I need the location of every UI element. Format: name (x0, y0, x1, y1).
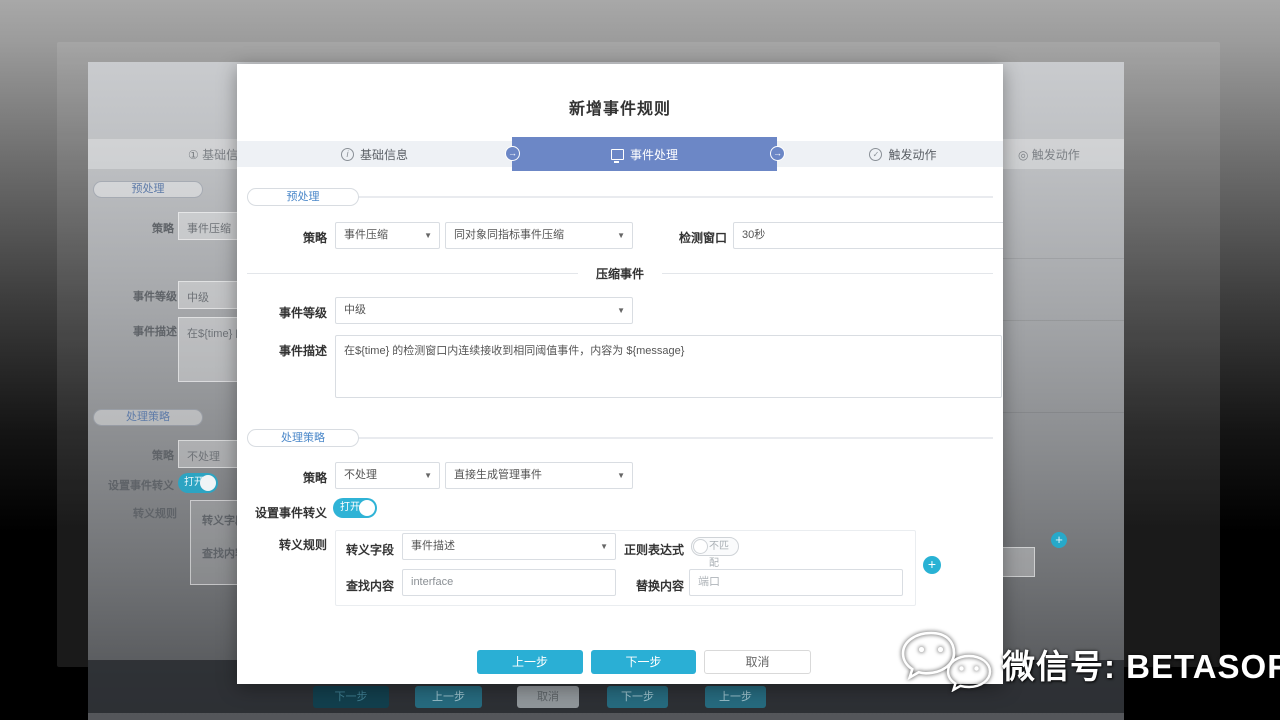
ghost-button: 下一步 (607, 686, 668, 708)
find-content-input[interactable]: interface (402, 569, 616, 596)
info-icon: i (341, 148, 354, 161)
ghost-level-label: 事件等级 (133, 288, 177, 304)
ghost-strategy-label: 策略 (152, 220, 174, 236)
ghost-button: 上一步 (705, 686, 766, 708)
regex-label: 正则表达式 (624, 541, 684, 558)
watermark: 微信号: BETASOFT (898, 630, 1280, 697)
step-basic-info[interactable]: i 基础信息 (237, 141, 512, 167)
step-label: 事件处理 (630, 146, 678, 163)
regex-toggle[interactable]: 不匹配 (691, 537, 739, 556)
strategy2-select[interactable]: 不处理 ▼ (335, 462, 440, 489)
ghost-desc-label: 事件描述 (133, 323, 177, 339)
dropdown-caret-icon: ▼ (617, 298, 625, 323)
selected-value: 事件压缩 (344, 229, 388, 241)
step-trigger-action[interactable]: ✓ 触发动作 (777, 141, 1003, 167)
dropdown-caret-icon: ▼ (424, 463, 432, 488)
step-label: 基础信息 (360, 146, 408, 163)
ghost-section-preprocess: 预处理 (93, 181, 203, 198)
monitor-icon (611, 149, 624, 160)
event-level-select[interactable]: 中级 ▼ (335, 297, 633, 324)
divider-line (662, 273, 993, 274)
set-escape-label: 设置事件转义 (255, 504, 327, 521)
toggle-knob (359, 500, 375, 516)
ghost-escape-toggle: 打开 (178, 473, 218, 493)
ghost-step-trigger-action: ◎ 触发动作 (1018, 146, 1080, 163)
strategy-select[interactable]: 事件压缩 ▼ (335, 222, 440, 249)
watermark-text: 微信号: BETASOFT (1002, 640, 1280, 688)
selected-value: 事件描述 (411, 540, 455, 552)
ghost-divider-line (988, 258, 1124, 259)
ghost-section-process: 处理策略 (93, 409, 203, 426)
strategy-sub-select[interactable]: 同对象同指标事件压缩 ▼ (445, 222, 633, 249)
escape-field-label: 转义字段 (346, 541, 394, 558)
replace-content-input[interactable]: 端口 (689, 569, 903, 596)
ghost-button: 下一步 (313, 686, 389, 708)
strategy-label: 策略 (267, 229, 327, 246)
escape-toggle[interactable]: 打开 (333, 498, 377, 518)
dropdown-caret-icon: ▼ (617, 223, 625, 248)
dropdown-caret-icon: ▼ (600, 534, 608, 559)
replace-content-label: 替换内容 (624, 577, 684, 594)
prev-step-button[interactable]: 上一步 (477, 650, 583, 674)
add-rule-button[interactable]: + (923, 556, 941, 574)
ghost-escape-label: 设置事件转义 (108, 477, 174, 493)
step-label: 触发动作 (888, 146, 936, 163)
add-event-rule-dialog: 新增事件规则 i 基础信息 事件处理 ✓ 触发动作 → → 预处理 策略 事件压… (237, 64, 1003, 684)
toggle-knob (693, 539, 708, 554)
ghost-desc-value: 在${time} 的检 (178, 317, 238, 382)
dropdown-caret-icon: ▼ (617, 463, 625, 488)
ghost-strategy-value: 事件压缩 (178, 212, 238, 240)
ghost-toggle-knob (200, 475, 216, 491)
next-step-button[interactable]: 下一步 (591, 650, 696, 674)
step-event-processing[interactable]: 事件处理 (512, 137, 777, 171)
check-circle-icon: ✓ (869, 148, 882, 161)
compress-event-divider: 压缩事件 (247, 265, 993, 282)
event-level-label: 事件等级 (267, 304, 327, 321)
escape-field-select[interactable]: 事件描述 ▼ (402, 533, 616, 560)
section-process-tab: 处理策略 (247, 429, 359, 447)
section-preprocess-tab: 预处理 (247, 188, 359, 206)
dialog-title: 新增事件规则 (237, 95, 1003, 119)
divider-line (247, 273, 578, 274)
dropdown-caret-icon: ▼ (424, 223, 432, 248)
ghost-divider-line (988, 412, 1124, 413)
selected-value: 直接生成管理事件 (454, 469, 542, 481)
divider-text: 压缩事件 (596, 265, 644, 282)
event-desc-label: 事件描述 (267, 342, 327, 359)
ghost-rules-label: 转义规则 (133, 505, 177, 521)
ghost-strategy2-label: 策略 (152, 447, 174, 463)
ghost-strategy2-value: 不处理 (178, 440, 238, 468)
arrow-right-icon: → (505, 146, 520, 161)
escape-rules-label: 转义规则 (267, 536, 327, 553)
wechat-icon (898, 630, 994, 697)
ghost-divider-line (988, 320, 1124, 321)
selected-value: 同对象同指标事件压缩 (454, 229, 564, 241)
ghost-level-value: 中级 (178, 281, 238, 309)
arrow-right-icon: → (770, 146, 785, 161)
toggle-state-label: 打开 (340, 502, 360, 513)
detect-window-input[interactable]: 30秒 (733, 222, 1003, 249)
selected-value: 不处理 (344, 469, 377, 481)
find-content-label: 查找内容 (346, 577, 394, 594)
ghost-button: 上一步 (415, 686, 482, 708)
ghost-button: 取消 (517, 686, 579, 708)
selected-value: 中级 (344, 304, 366, 316)
strategy2-label: 策略 (267, 469, 327, 486)
event-desc-textarea[interactable]: 在${time} 的检测窗口内连续接收到相同阈值事件，内容为 ${message… (335, 335, 1002, 398)
strategy2-sub-select[interactable]: 直接生成管理事件 ▼ (445, 462, 633, 489)
ghost-add-rule-button: + (1051, 532, 1067, 548)
cancel-button[interactable]: 取消 (704, 650, 811, 674)
detect-window-label: 检测窗口 (667, 229, 727, 246)
